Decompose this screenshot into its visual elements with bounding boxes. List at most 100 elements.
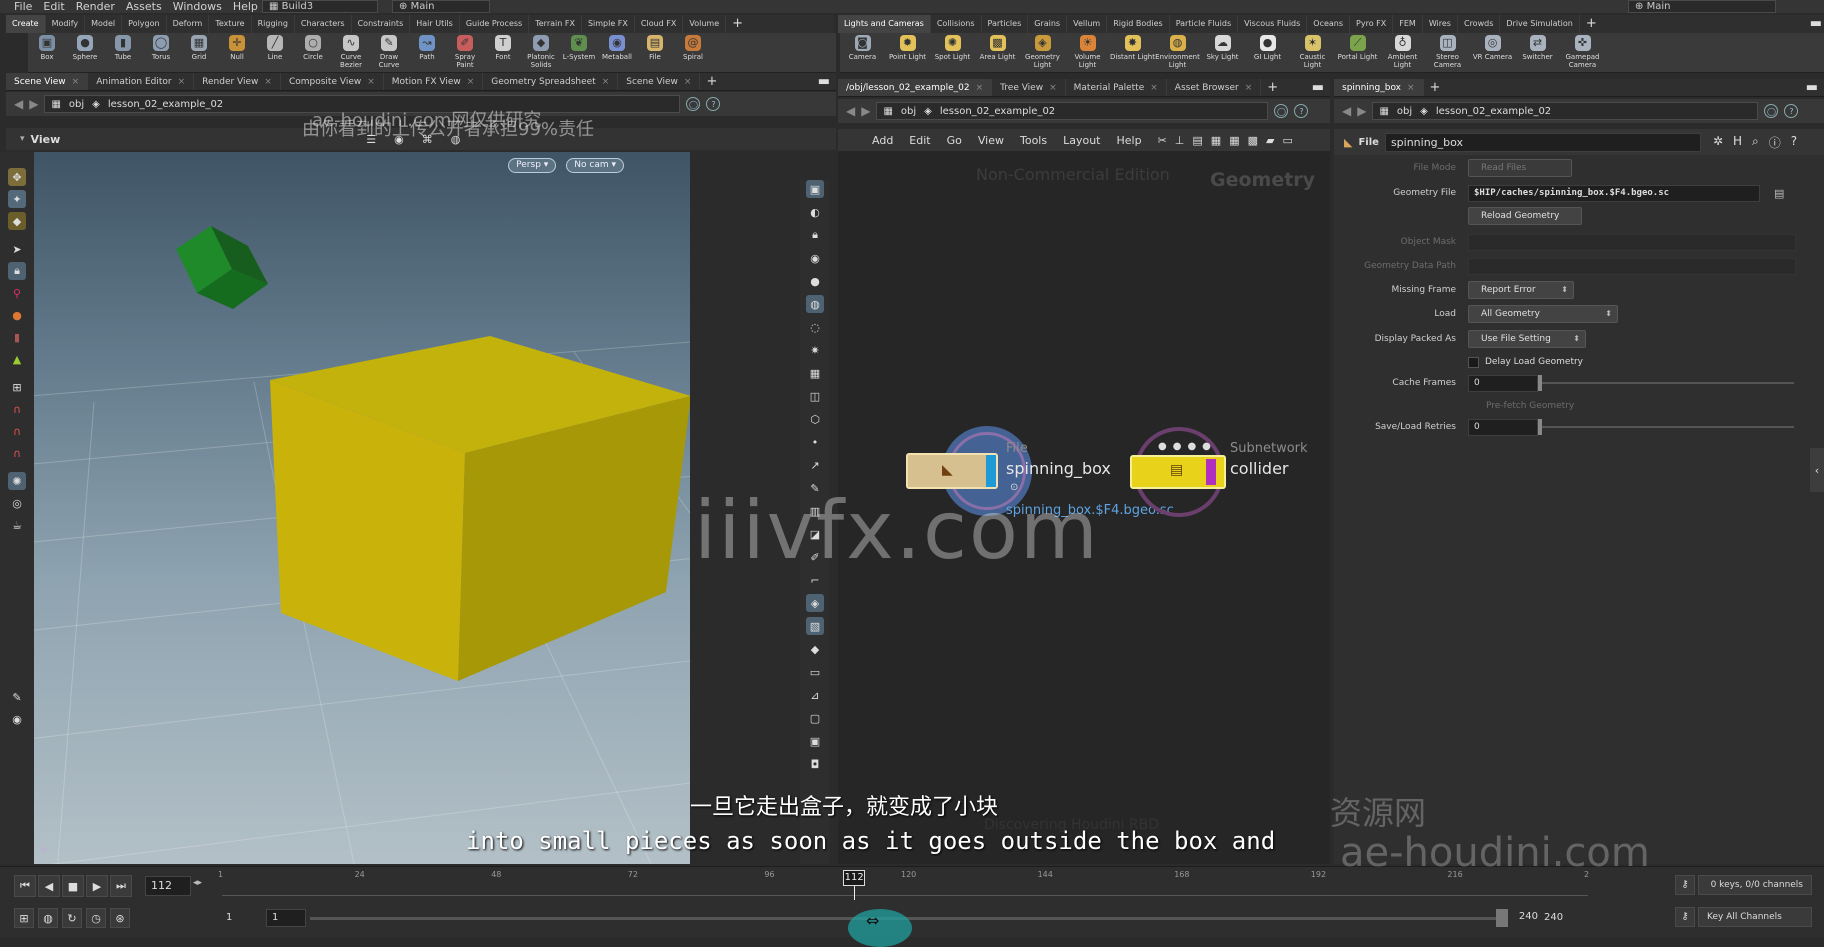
shelf-tool-distant-light[interactable]: ✸ Distant Light [1110, 33, 1155, 72]
shelf-tool-gamepad-camera[interactable]: ✜ Gamepad Camera [1560, 33, 1605, 72]
menu-go[interactable]: Go [947, 134, 962, 147]
shelf-tab-characters[interactable]: Characters [295, 15, 352, 33]
tab-asset-browser[interactable]: Asset Browser × [1167, 79, 1262, 96]
object-mask-field[interactable] [1468, 233, 1796, 251]
slider-handle[interactable] [1538, 419, 1542, 435]
shelf-menu-icon[interactable]: ▬ [1804, 15, 1824, 33]
add-pane-tab-icon[interactable]: + [1261, 79, 1284, 96]
menu-windows[interactable]: Windows [173, 0, 222, 13]
sphere-display-icon[interactable]: ● [806, 272, 824, 290]
shelf-tab-crowds[interactable]: Crowds [1458, 15, 1501, 33]
shelf-tab-hair-utils[interactable]: Hair Utils [410, 15, 460, 33]
tab-scene-view[interactable]: Scene View × [6, 73, 89, 90]
help-icon[interactable]: ? [1784, 104, 1799, 118]
shelf-tab-viscous-fluids[interactable]: Viscous Fluids [1238, 15, 1308, 33]
shelf-tool-geometry-light[interactable]: ◈ Geometry Light [1020, 33, 1065, 72]
step-frame-icon[interactable]: ◂▸ [193, 878, 202, 888]
tree-icon[interactable]: ⊥ [1175, 134, 1185, 147]
context-selector[interactable]: ⊕ Main [392, 0, 490, 13]
shelf-tab-pyro-fx[interactable]: Pyro FX [1350, 15, 1394, 33]
shelf-tab-create[interactable]: Create [6, 15, 46, 33]
shelf-tab-vellum[interactable]: Vellum [1067, 15, 1108, 33]
safe-area-icon[interactable]: ▣ [806, 732, 824, 750]
menu-render[interactable]: Render [76, 0, 115, 13]
gear-icon[interactable]: ✲ [1713, 134, 1723, 151]
jump-start-icon[interactable]: ⏮ [14, 875, 36, 897]
lock-icon[interactable]: 🔒︎ [8, 262, 26, 280]
search-icon[interactable]: ⌕ [1752, 134, 1759, 151]
template-icon[interactable]: ⬡ [806, 410, 824, 428]
tangent-icon[interactable]: ↗ [806, 456, 824, 474]
forward-arrow-icon[interactable]: ▶ [29, 97, 38, 111]
capture-icon[interactable]: ◘ [806, 755, 824, 773]
shelf-tab-model[interactable]: Model [85, 15, 123, 33]
loop-icon[interactable]: ↻ [62, 908, 82, 928]
shelf-tool-area-light[interactable]: ▩ Area Light [975, 33, 1020, 72]
file-mode-dropdown[interactable]: Read Files [1468, 159, 1572, 177]
menu-view[interactable]: View [978, 134, 1004, 147]
flipbook-icon[interactable]: ✎ [8, 688, 26, 706]
grid-snap-icon[interactable]: ⊞ [8, 378, 26, 396]
tab-render-view[interactable]: Render View × [194, 73, 281, 90]
reload-geometry-button[interactable]: Reload Geometry [1468, 207, 1582, 225]
close-tab-icon[interactable]: × [467, 73, 475, 90]
settings-icon[interactable]: ⊛ [110, 908, 130, 928]
shelf-tool-file[interactable]: ▤ File [636, 33, 674, 72]
menu-edit[interactable]: Edit [909, 134, 930, 147]
menu-layout[interactable]: Layout [1063, 134, 1100, 147]
start-frame-field[interactable]: 1 [226, 912, 232, 923]
pane-menu-icon[interactable]: ▬ [812, 73, 836, 90]
display-settings-icon[interactable]: ◉ [8, 710, 26, 728]
dot-icon[interactable]: • [806, 433, 824, 451]
network-path[interactable]: ▦ obj ◈ lesson_02_example_02 [876, 102, 1269, 120]
shelf-tool-caustic-light[interactable]: ✶ Caustic Light [1290, 33, 1335, 72]
view-tool-icon[interactable]: ◎ [8, 494, 26, 512]
shelf-tool-circle[interactable]: ○ Circle [294, 33, 332, 72]
retries-field[interactable]: 0 [1468, 418, 1538, 436]
back-arrow-icon[interactable]: ◀ [1342, 104, 1351, 118]
close-tab-icon[interactable]: × [602, 73, 610, 90]
shelf-tab-guide-process[interactable]: Guide Process [460, 15, 530, 33]
shelf-tool-point-light[interactable]: ✹ Point Light [885, 33, 930, 72]
snap-icon[interactable]: ∩ [8, 400, 26, 418]
shelf-tool-vr-camera[interactable]: ◎ VR Camera [1470, 33, 1515, 72]
point-display-icon[interactable]: ✷ [806, 341, 824, 359]
perspective-menu[interactable]: Persp ▾ [508, 158, 557, 173]
viewer-menu-icon[interactable]: ▾ [20, 134, 25, 144]
shelf-tool-portal-light[interactable]: ⟋ Portal Light [1335, 33, 1380, 72]
list-icon[interactable]: ▤ [1192, 134, 1202, 147]
collapse-arrow-icon[interactable]: ‹ [1810, 448, 1824, 492]
shelf-tab-rigid-bodies[interactable]: Rigid Bodies [1107, 15, 1170, 33]
shelf-tab-volume[interactable]: Volume [683, 15, 727, 33]
play-forward-icon[interactable]: ▶ [86, 875, 108, 897]
forward-arrow-icon[interactable]: ▶ [861, 104, 870, 118]
shelf-tab-grains[interactable]: Grains [1028, 15, 1068, 33]
close-tab-icon[interactable]: × [684, 73, 692, 90]
subnet-node[interactable]: ▤ [1130, 455, 1226, 489]
close-tab-icon[interactable]: × [1049, 79, 1057, 96]
shelf-tab-rigging[interactable]: Rigging [252, 15, 295, 33]
tab-tree-view[interactable]: Tree View × [992, 79, 1066, 96]
add-pane-tab-icon[interactable]: + [1424, 79, 1447, 96]
shelf-tool-spot-light[interactable]: ✺ Spot Light [930, 33, 975, 72]
stop-icon[interactable]: ■ [62, 875, 84, 897]
shelf-tool-camera[interactable]: ◙ Camera [840, 33, 885, 72]
display-mode-icon[interactable]: ▣ [806, 180, 824, 198]
fill-icon[interactable]: ◆ [806, 640, 824, 658]
table-icon[interactable]: ▦ [1229, 134, 1239, 147]
close-tab-icon[interactable]: × [976, 79, 984, 96]
close-tab-icon[interactable]: × [367, 73, 375, 90]
scale-icon[interactable]: ● [8, 306, 26, 324]
shelf-tab-particle-fluids[interactable]: Particle Fluids [1170, 15, 1239, 33]
light-icon[interactable]: ◉ [806, 249, 824, 267]
teapot-icon[interactable]: ☕︎ [8, 516, 26, 534]
shelf-tool-draw-curve[interactable]: ✎ Draw Curve [370, 33, 408, 72]
shelf-tool-platonic-solids[interactable]: ◆ Platonic Solids [522, 33, 560, 72]
shelf-tab-oceans[interactable]: Oceans [1307, 15, 1351, 33]
shelf-tab-terrain-fx[interactable]: Terrain FX [529, 15, 582, 33]
shelf-tab-drive-simulation[interactable]: Drive Simulation [1500, 15, 1580, 33]
tab-material-palette[interactable]: Material Palette × [1066, 79, 1167, 96]
magnet-icon[interactable]: ⚲ [8, 284, 26, 302]
menu-edit[interactable]: Edit [43, 0, 64, 13]
tab-motion-fx-view[interactable]: Motion FX View × [384, 73, 484, 90]
